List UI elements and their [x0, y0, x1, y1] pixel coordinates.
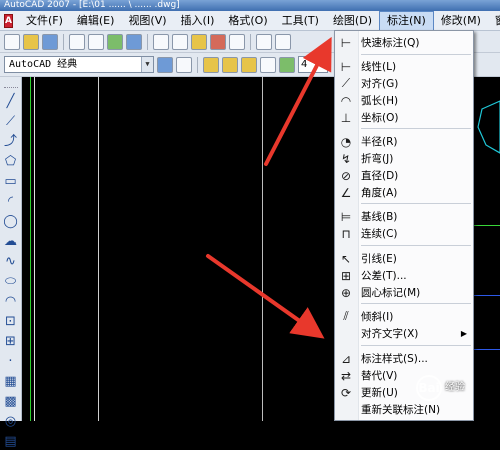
angular-icon: ∠ — [340, 185, 352, 200]
window-title: AutoCAD 2007 - [E:\01 ...... \ ...... .d… — [4, 0, 180, 10]
open-file-icon[interactable] — [23, 33, 39, 50]
drawing-line — [474, 225, 500, 226]
print-preview-icon[interactable] — [88, 33, 104, 50]
app-logo-icon[interactable]: A — [4, 13, 13, 28]
submenu-arrow-icon: ▶ — [460, 329, 467, 338]
drawing-line — [34, 77, 35, 421]
polygon-icon[interactable]: ⬠ — [3, 154, 19, 170]
toolbar-grip[interactable] — [3, 87, 18, 88]
layer-freeze-icon[interactable] — [241, 56, 257, 73]
copy-icon[interactable] — [172, 33, 188, 50]
drawing-line — [474, 349, 500, 350]
gradient-icon[interactable]: ▩ — [3, 394, 19, 410]
dimension-menu: ⊢ 快速标注(Q) ⊢ 线性(L) ⟋ 对齐(G) ◠ 弧长(H) ⊥ 坐标(O… — [334, 30, 474, 421]
toolbar-divider — [147, 33, 148, 50]
menu-divider — [361, 203, 471, 204]
publish-icon[interactable] — [107, 33, 123, 50]
drawing-line — [30, 77, 31, 421]
continue-icon: ⊓ — [341, 226, 351, 241]
menu-modify[interactable]: 修改(M) — [434, 11, 488, 30]
title-bar: AutoCAD 2007 - [E:\01 ...... \ ...... .d… — [0, 0, 500, 11]
menu-view[interactable]: 视图(V) — [121, 11, 173, 30]
layer-manager-icon[interactable] — [203, 56, 219, 73]
workspace-select[interactable]: AutoCAD 经典 ▼ — [4, 56, 154, 73]
construction-line-icon[interactable]: ⟋ — [3, 114, 19, 130]
workspace-value: AutoCAD 经典 — [9, 59, 78, 70]
menu-divider — [361, 303, 471, 304]
workspace-settings-icon[interactable] — [157, 56, 173, 73]
make-block-icon[interactable]: ⊞ — [3, 334, 19, 350]
baidu-watermark: Bai 经验 — [416, 368, 500, 408]
undo-icon[interactable] — [256, 33, 272, 50]
drawing-line — [98, 77, 99, 421]
block-editor-icon[interactable] — [229, 33, 245, 50]
menu-item-ordinate[interactable]: ⊥ 坐标(O) — [335, 108, 473, 127]
center-mark-icon: ⊕ — [340, 285, 352, 300]
print-icon[interactable] — [69, 33, 85, 50]
ellipse-arc-icon[interactable]: ◠ — [3, 294, 19, 310]
menu-dimension[interactable]: 标注(N) — [379, 11, 434, 30]
draw-toolbar: ╱ ⟋ ⤴ ⬠ ▭ ◜ ◯ ☁ ∿ ⬭ ◠ ⊡ ⊞ · ▦ ▩ ◎ ▤ — [0, 77, 22, 449]
chevron-down-icon[interactable]: ▼ — [141, 57, 153, 72]
menu-window[interactable]: 窗口(W) — [488, 11, 500, 30]
rectangle-icon[interactable]: ▭ — [3, 174, 19, 190]
polyline-icon[interactable]: ⤴ — [3, 134, 19, 150]
menu-divider — [361, 54, 471, 55]
new-file-icon[interactable] — [4, 33, 20, 50]
redo-icon[interactable] — [275, 33, 291, 50]
drawing-line — [474, 295, 500, 296]
menu-divider — [361, 245, 471, 246]
baidu-paw-logo: Bai — [416, 375, 442, 401]
autocad-window: AutoCAD 2007 - [E:\01 ...... \ ...... .d… — [0, 0, 500, 449]
menu-tools[interactable]: 工具(T) — [275, 11, 326, 30]
toolbar-divider — [250, 33, 251, 50]
ordinate-icon: ⊥ — [340, 110, 352, 125]
paste-icon[interactable] — [191, 33, 207, 50]
menu-insert[interactable]: 插入(I) — [174, 11, 222, 30]
table-icon[interactable]: ▤ — [3, 434, 19, 450]
region-icon[interactable]: ◎ — [3, 414, 19, 430]
layer-on-icon[interactable] — [222, 56, 238, 73]
layer-color-icon[interactable] — [279, 56, 295, 73]
menu-file[interactable]: 文件(F) — [19, 11, 70, 30]
layer-lock-icon[interactable] — [260, 56, 276, 73]
drawing-polygon — [477, 100, 500, 154]
insert-block-icon[interactable]: ⊡ — [3, 314, 19, 330]
hatch-icon[interactable]: ▦ — [3, 374, 19, 390]
revision-cloud-icon[interactable]: ☁ — [3, 234, 19, 250]
menu-item-quick-dimension[interactable]: ⊢ 快速标注(Q) — [335, 33, 473, 52]
menu-bar: A 文件(F) 编辑(E) 视图(V) 插入(I) 格式(O) 工具(T) 绘图… — [0, 11, 500, 31]
arc-icon[interactable]: ◜ — [3, 194, 19, 210]
menu-item-continue[interactable]: ⊓ 连续(C) — [335, 224, 473, 243]
menu-divider — [361, 128, 471, 129]
workspace-save-icon[interactable] — [176, 56, 192, 73]
menu-item-angular[interactable]: ∠ 角度(A) — [335, 183, 473, 202]
menu-format[interactable]: 格式(O) — [221, 11, 274, 30]
point-icon[interactable]: · — [3, 354, 19, 370]
menu-divider — [361, 345, 471, 346]
ellipse-icon[interactable]: ⬭ — [3, 274, 19, 290]
circle-icon[interactable]: ◯ — [3, 214, 19, 230]
toolbar-divider — [63, 33, 64, 50]
3d-dwf-icon[interactable] — [126, 33, 142, 50]
toolbar-divider — [197, 56, 198, 73]
save-icon[interactable] — [42, 33, 58, 50]
cut-icon[interactable] — [153, 33, 169, 50]
match-properties-icon[interactable] — [210, 33, 226, 50]
quick-dimension-icon: ⊢ — [340, 35, 352, 50]
menu-draw[interactable]: 绘图(D) — [326, 11, 379, 30]
spline-icon[interactable]: ∿ — [3, 254, 19, 270]
menu-item-center-mark[interactable]: ⊕ 圆心标记(M) — [335, 283, 473, 302]
watermark-text: 经验 — [445, 382, 465, 393]
layer-select[interactable]: 4 — [298, 56, 328, 73]
line-icon[interactable]: ╱ — [3, 94, 19, 110]
menu-item-align-text[interactable]: 对齐文字(X) ▶ — [335, 324, 473, 343]
drawing-line — [262, 77, 263, 421]
menu-edit[interactable]: 编辑(E) — [70, 11, 122, 30]
